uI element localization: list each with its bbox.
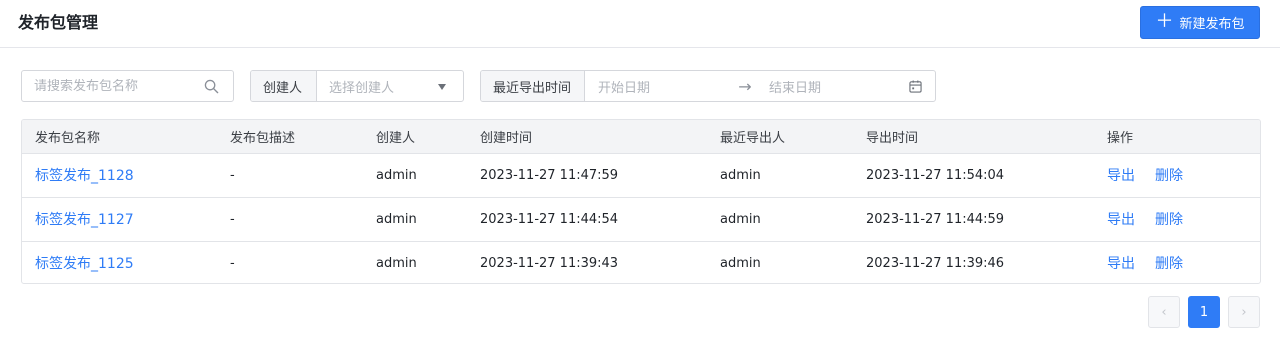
exporter-cell: admin	[707, 240, 853, 283]
creator-dropdown[interactable]: 选择创建人	[317, 71, 463, 101]
actions-cell: 导出 删除	[1094, 240, 1260, 283]
exporter-cell: admin	[707, 196, 853, 241]
exported-at-cell: 2023-11-27 11:54:04	[866, 167, 1005, 183]
creator-placeholder: 选择创建人	[329, 80, 395, 96]
actions-cell: 导出 删除	[1094, 153, 1260, 197]
creator-label: 创建人	[251, 71, 317, 101]
table-row: 标签发布_1125 - admin 2023-11-27 11:39:43 ad…	[22, 240, 1260, 283]
export-link[interactable]: 导出	[1107, 165, 1135, 185]
exporter-cell: admin	[720, 167, 761, 183]
package-name-link[interactable]: 标签发布_1125	[22, 240, 217, 283]
start-date-input[interactable]	[598, 80, 725, 96]
creator-select[interactable]: 创建人 选择创建人	[250, 70, 464, 102]
end-date-input[interactable]	[769, 80, 895, 96]
filter-bar: 创建人 选择创建人 最近导出时间 →	[0, 70, 1280, 102]
calendar-icon[interactable]	[909, 80, 922, 93]
package-name-link[interactable]: 标签发布_1128	[22, 153, 217, 197]
column-header-name[interactable]: 发布包名称	[22, 120, 217, 154]
actions-cell: 导出 删除	[1094, 196, 1260, 241]
next-page-button[interactable]: ›	[1228, 296, 1260, 328]
column-header-desc[interactable]: 发布包描述	[217, 120, 363, 154]
page-title: 发布包管理	[18, 13, 99, 32]
caret-down-icon	[438, 84, 446, 90]
column-header-exporter[interactable]: 最近导出人	[707, 120, 853, 154]
delete-link[interactable]: 删除	[1155, 165, 1183, 185]
created-at-cell: 2023-11-27 11:39:43	[467, 240, 707, 283]
table-header-row: 发布包名称 发布包描述 创建人 创建时间 最近导出人 导出时间 操作	[22, 120, 1260, 154]
column-header-creator[interactable]: 创建人	[363, 120, 467, 154]
pagination: ‹ 1 ›	[0, 296, 1280, 328]
column-header-exported-at[interactable]: 导出时间	[853, 120, 1094, 154]
new-package-button[interactable]: ＋ 新建发布包	[1140, 6, 1260, 39]
page-header: 发布包管理 ＋ 新建发布包	[0, 0, 1280, 48]
created-at-cell: 2023-11-27 11:47:59	[480, 167, 619, 183]
export-link[interactable]: 导出	[1107, 253, 1135, 273]
export-time-label: 最近导出时间	[481, 71, 585, 101]
package-desc: -	[217, 196, 363, 241]
new-package-label: 新建发布包	[1179, 17, 1245, 32]
package-desc: -	[230, 167, 235, 183]
plus-icon: ＋	[1155, 10, 1174, 32]
page-button-current[interactable]: 1	[1188, 296, 1220, 328]
delete-link[interactable]: 删除	[1155, 253, 1183, 273]
created-at-cell: 2023-11-27 11:44:54	[467, 196, 707, 241]
column-header-created-at[interactable]: 创建时间	[467, 120, 707, 154]
package-desc: -	[217, 240, 363, 283]
prev-page-button[interactable]: ‹	[1148, 296, 1180, 328]
table-row: 标签发布_1128 - admin 2023-11-27 11:47:59 ad…	[22, 153, 1260, 197]
exported-at-cell: 2023-11-27 11:39:46	[853, 240, 1094, 283]
export-link[interactable]: 导出	[1107, 209, 1135, 229]
column-header-actions: 操作	[1094, 120, 1260, 154]
creator-cell: admin	[376, 167, 417, 183]
package-table: 发布包名称 发布包描述 创建人 创建时间 最近导出人 导出时间 操作 标签发布_…	[21, 119, 1261, 284]
table-row: 标签发布_1127 - admin 2023-11-27 11:44:54 ad…	[22, 196, 1260, 241]
creator-cell: admin	[363, 240, 467, 283]
delete-link[interactable]: 删除	[1155, 209, 1183, 229]
search-icon[interactable]	[204, 79, 219, 94]
range-arrow-icon: →	[738, 76, 752, 96]
creator-cell: admin	[363, 196, 467, 241]
package-name-link[interactable]: 标签发布_1127	[22, 196, 217, 241]
exported-at-cell: 2023-11-27 11:44:59	[853, 196, 1094, 241]
search-field[interactable]	[21, 70, 234, 102]
export-time-range[interactable]: 最近导出时间 →	[480, 70, 936, 102]
